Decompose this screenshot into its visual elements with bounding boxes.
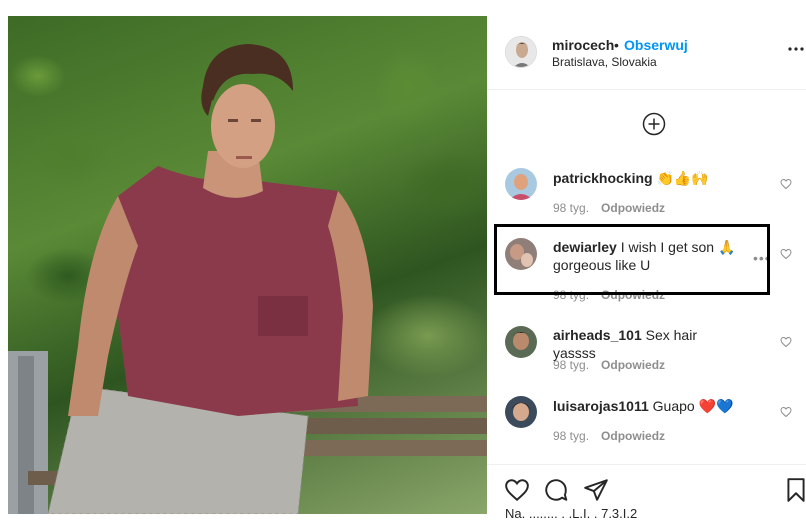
comment-meta: 98 tyg. Odpowiedz [553, 429, 665, 443]
comment-username[interactable]: patrickhocking [553, 170, 653, 186]
photo-figure [8, 44, 487, 514]
comment-item: airheads_101 Sex hair yassss 98 tyg. Odpo… [487, 326, 806, 396]
highlight-box [494, 224, 770, 295]
reply-button[interactable]: Odpowiedz [601, 429, 665, 443]
heart-icon[interactable] [780, 248, 792, 260]
heart-icon[interactable] [780, 178, 792, 190]
commenter-avatar[interactable] [505, 168, 537, 200]
author-username[interactable]: mirocech [552, 37, 614, 53]
comment-meta: 98 tyg. Odpowiedz [553, 358, 665, 372]
comment-text: airheads_101 Sex hair yassss [553, 326, 743, 362]
heart-icon[interactable] [504, 477, 530, 503]
comment-age[interactable]: 98 tyg. [553, 201, 589, 215]
separator-dot: • [614, 37, 619, 53]
comment-text: patrickhocking 👏👍🙌 [553, 169, 743, 187]
bookmark-icon[interactable] [783, 477, 806, 503]
comment-icon[interactable] [543, 477, 569, 503]
comment-age[interactable]: 98 tyg. [553, 358, 589, 372]
reply-button[interactable]: Odpowiedz [601, 358, 665, 372]
post-location[interactable]: Bratislava, Slovakia [552, 55, 657, 69]
plus-circle-icon[interactable] [642, 112, 666, 136]
comment-text: luisarojas1011 Guapo ❤️💙 [553, 397, 743, 415]
commenter-avatar[interactable] [505, 396, 537, 428]
reply-button[interactable]: Odpowiedz [601, 201, 665, 215]
follow-button[interactable]: Obserwuj [624, 37, 688, 53]
heart-icon[interactable] [780, 406, 792, 418]
author-avatar[interactable] [505, 36, 537, 68]
comment-item: luisarojas1011 Guapo ❤️💙 98 tyg. Odpowied… [487, 396, 806, 466]
comment-username[interactable]: airheads_101 [553, 327, 642, 343]
commenter-avatar[interactable] [505, 326, 537, 358]
more-horizontal-icon[interactable] [787, 40, 805, 58]
heart-icon[interactable] [780, 336, 792, 348]
send-icon[interactable] [583, 477, 609, 503]
comment-body: Guapo ❤️💙 [652, 398, 734, 414]
post-header: mirocech • Obserwuj Bratislava, Slovakia [487, 16, 806, 90]
comment-meta: 98 tyg. Odpowiedz [553, 201, 665, 215]
comment-body: 👏👍🙌 [656, 170, 709, 186]
post-photo[interactable] [8, 16, 487, 514]
comment-username[interactable]: luisarojas1011 [553, 398, 649, 414]
comment-age[interactable]: 98 tyg. [553, 429, 589, 443]
